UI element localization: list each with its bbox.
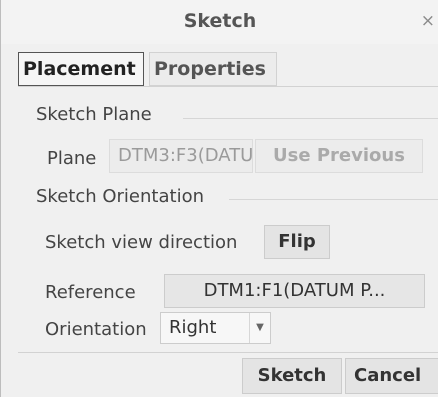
sketch-plane-group-label: Sketch Plane <box>36 104 160 125</box>
plane-label: Plane <box>47 148 97 169</box>
dialog-title: Sketch <box>183 10 257 32</box>
orientation-dropdown-value: Right <box>169 317 217 338</box>
flip-button[interactable]: Flip <box>264 225 330 259</box>
chevron-down-icon[interactable]: ▼ <box>249 313 270 343</box>
tab-properties[interactable]: Properties <box>149 52 277 86</box>
tab-placement[interactable]: Placement <box>18 52 144 86</box>
orientation-label: Orientation <box>45 319 147 340</box>
reference-field[interactable]: DTM1:F1(DATUM P... <box>164 274 425 308</box>
sketch-dialog: Sketch × Placement Properties Sketch Pla… <box>0 0 438 397</box>
sketch-orientation-group-label: Sketch Orientation <box>36 186 212 207</box>
footer-divider <box>18 352 438 353</box>
orientation-dropdown[interactable]: Right ▼ <box>160 312 271 344</box>
sketch-orientation-group-line <box>229 199 438 200</box>
close-icon[interactable]: × <box>421 11 435 31</box>
sketch-plane-group-line <box>183 118 438 119</box>
plane-reference-field[interactable]: DTM3:F3(DATUM PLANE) <box>109 139 253 173</box>
sketch-view-direction-label: Sketch view direction <box>45 232 238 253</box>
sketch-button[interactable]: Sketch <box>242 358 342 394</box>
title-bar[interactable]: Sketch × <box>1 0 438 44</box>
reference-label: Reference <box>45 282 136 303</box>
use-previous-button[interactable]: Use Previous <box>255 139 423 173</box>
cancel-button[interactable]: Cancel <box>345 358 438 394</box>
tab-divider <box>18 86 438 87</box>
